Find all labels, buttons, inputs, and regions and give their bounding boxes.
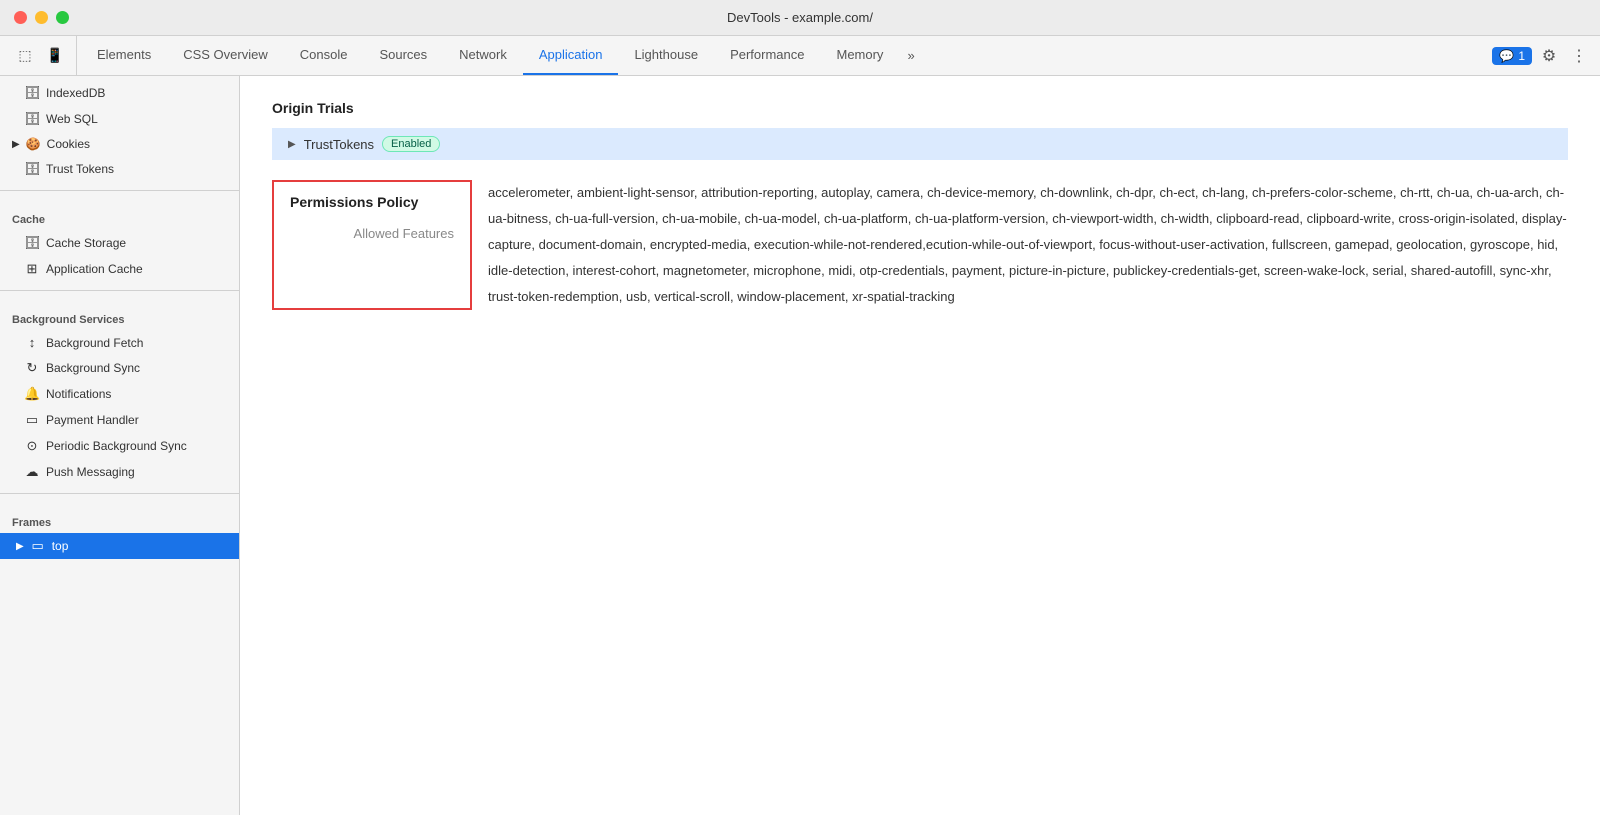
cloud-icon: ☁ (24, 464, 40, 480)
sidebar-item-cache-storage[interactable]: 🗄 Cache Storage (0, 230, 239, 256)
database-icon: 🗄 (24, 161, 40, 177)
bell-icon: 🔔 (24, 386, 40, 402)
frames-section-label: Frames (0, 505, 239, 533)
database-icon: 🗄 (24, 111, 40, 127)
cache-section-label: Cache (0, 202, 239, 230)
permissions-features-list: accelerometer, ambient-light-sensor, att… (472, 180, 1568, 310)
cursor-icon[interactable]: ⬚ (12, 43, 38, 69)
tab-more-button[interactable]: » (899, 36, 922, 75)
chat-count: 1 (1518, 49, 1525, 63)
sidebar-item-cookies[interactable]: ▶ 🍪 Cookies (0, 132, 239, 156)
tab-css-overview[interactable]: CSS Overview (167, 36, 284, 75)
chat-icon: 💬 (1499, 49, 1514, 63)
database-icon: 🗄 (24, 85, 40, 101)
origin-trials-title: Origin Trials (272, 100, 1568, 116)
tab-console[interactable]: Console (284, 36, 364, 75)
sidebar-item-application-cache[interactable]: ⊞ Application Cache (0, 256, 239, 282)
tab-right-controls: 💬 1 ⚙ ⋮ (1492, 36, 1600, 75)
tab-memory[interactable]: Memory (820, 36, 899, 75)
permissions-policy-section: Permissions Policy Allowed Features acce… (272, 180, 1568, 310)
tab-bar: ⬚ 📱 Elements CSS Overview Console Source… (0, 36, 1600, 76)
tab-performance[interactable]: Performance (714, 36, 820, 75)
main-area: 🗄 IndexedDB 🗄 Web SQL ▶ 🍪 Cookies 🗄 Trus… (0, 76, 1600, 815)
sidebar-item-web-sql[interactable]: 🗄 Web SQL (0, 106, 239, 132)
device-icon[interactable]: 📱 (42, 43, 68, 69)
permissions-policy-box: Permissions Policy Allowed Features (272, 180, 472, 310)
cookies-icon: 🍪 (26, 137, 41, 151)
tab-network[interactable]: Network (443, 36, 523, 75)
bg-services-section-label: Background Services (0, 302, 239, 330)
allowed-features-label: Allowed Features (290, 226, 454, 241)
payment-icon: ▭ (24, 412, 40, 428)
minimize-button[interactable] (35, 11, 48, 24)
tab-bar-icons: ⬚ 📱 (4, 36, 77, 75)
grid-icon: ⊞ (24, 261, 40, 277)
maximize-button[interactable] (56, 11, 69, 24)
content-panel: Origin Trials ▶ TrustTokens Enabled Perm… (240, 76, 1600, 815)
tab-elements[interactable]: Elements (81, 36, 167, 75)
window-controls (14, 11, 69, 24)
more-options-icon[interactable]: ⋮ (1566, 43, 1592, 69)
sidebar-item-top[interactable]: ▶ ▭ top (0, 533, 239, 559)
sidebar-item-push-messaging[interactable]: ☁ Push Messaging (0, 459, 239, 485)
sidebar-item-periodic-bg-sync[interactable]: ⊙ Periodic Background Sync (0, 433, 239, 459)
settings-icon[interactable]: ⚙ (1536, 43, 1562, 69)
title-bar: DevTools - example.com/ (0, 0, 1600, 36)
sync-icon: ↻ (24, 360, 40, 376)
close-button[interactable] (14, 11, 27, 24)
sidebar-item-payment-handler[interactable]: ▭ Payment Handler (0, 407, 239, 433)
expand-arrow-icon: ▶ (288, 139, 296, 150)
sidebar-item-trust-tokens[interactable]: 🗄 Trust Tokens (0, 156, 239, 182)
tab-lighthouse[interactable]: Lighthouse (618, 36, 714, 75)
database-icon: 🗄 (24, 235, 40, 251)
tab-sources[interactable]: Sources (363, 36, 443, 75)
periodic-icon: ⊙ (24, 438, 40, 454)
origin-trial-row[interactable]: ▶ TrustTokens Enabled (272, 128, 1568, 160)
window-title: DevTools - example.com/ (727, 10, 873, 25)
sidebar-item-background-fetch[interactable]: ↕ Background Fetch (0, 330, 239, 355)
trust-tokens-label: TrustTokens (304, 137, 374, 152)
sidebar-item-notifications[interactable]: 🔔 Notifications (0, 381, 239, 407)
sidebar-item-background-sync[interactable]: ↻ Background Sync (0, 355, 239, 381)
expand-arrow-icon: ▶ (12, 139, 20, 150)
sidebar-item-indexed-db[interactable]: 🗄 IndexedDB (0, 80, 239, 106)
sidebar: 🗄 IndexedDB 🗄 Web SQL ▶ 🍪 Cookies 🗄 Trus… (0, 76, 240, 815)
enabled-badge: Enabled (382, 136, 440, 152)
expand-arrow-icon: ▶ (16, 541, 24, 552)
chat-badge[interactable]: 💬 1 (1492, 47, 1532, 65)
frame-icon: ▭ (30, 538, 46, 554)
fetch-icon: ↕ (24, 335, 40, 350)
tab-application[interactable]: Application (523, 36, 619, 75)
permissions-policy-title: Permissions Policy (290, 194, 454, 210)
